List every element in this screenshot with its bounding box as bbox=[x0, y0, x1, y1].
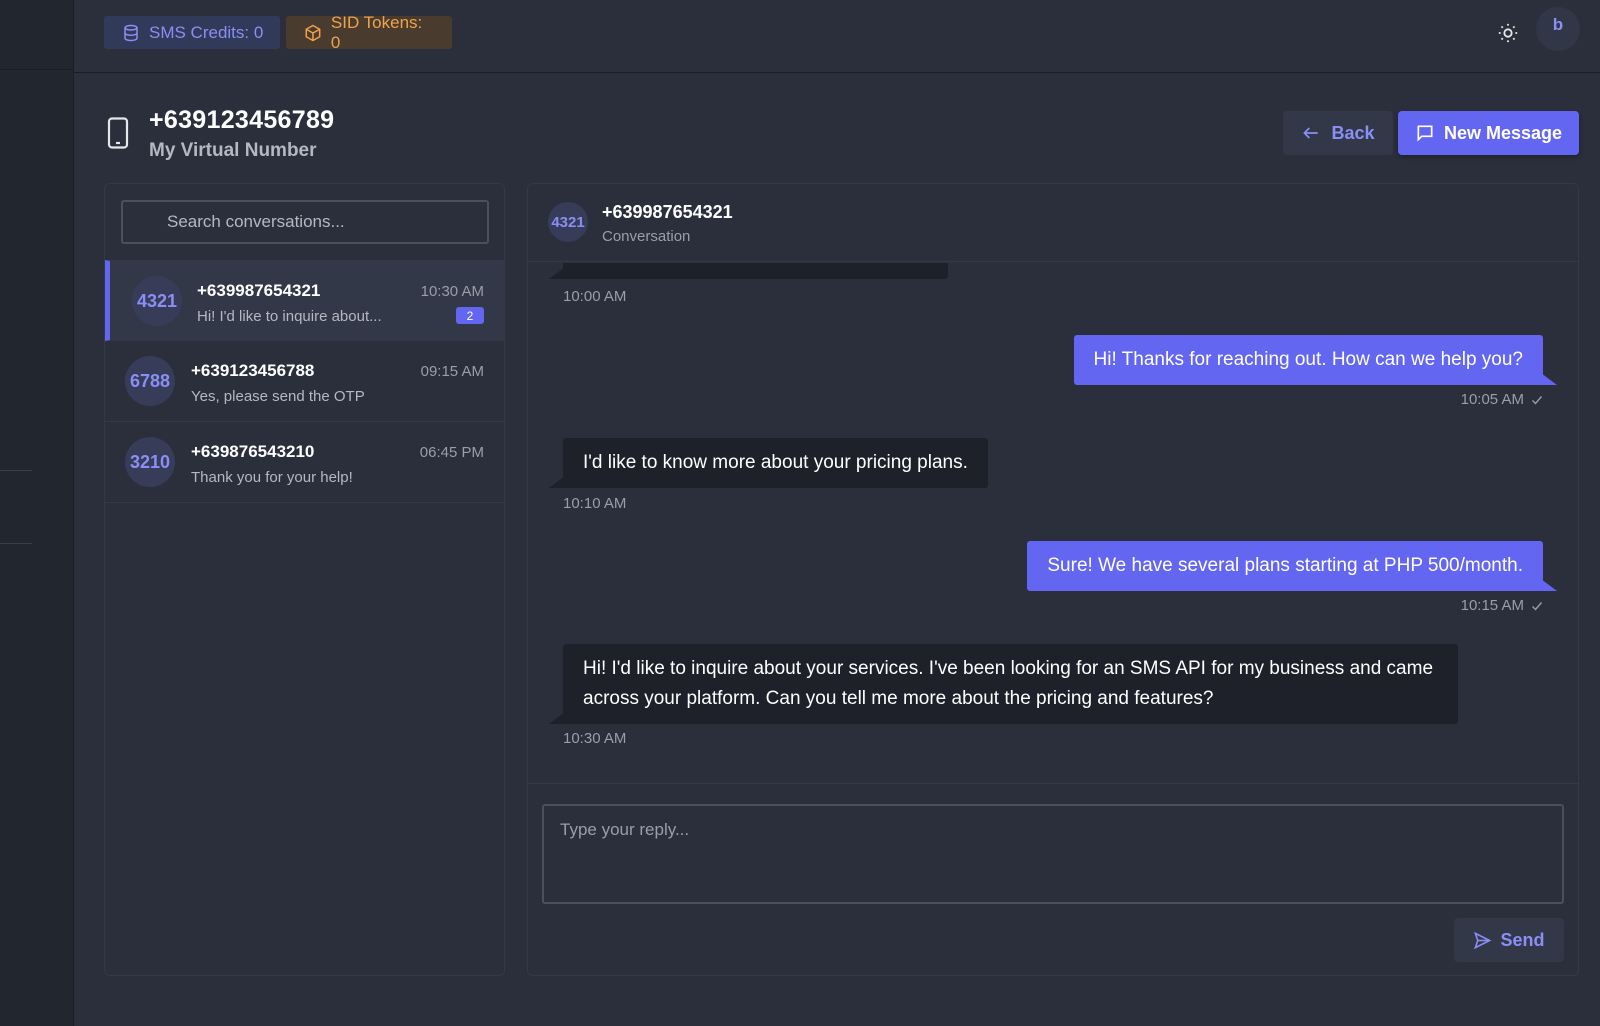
back-button-label: Back bbox=[1331, 122, 1375, 143]
send-button[interactable]: Send bbox=[1454, 918, 1564, 962]
avatar: 4321 bbox=[132, 276, 182, 326]
cube-icon bbox=[305, 24, 321, 41]
message-time-label: 10:10 AM bbox=[563, 495, 627, 512]
database-icon bbox=[124, 24, 138, 41]
message-bubble-incoming bbox=[549, 263, 948, 279]
message-time-label: 10:00 AM bbox=[563, 288, 627, 305]
message-time: 10:10 AM bbox=[563, 495, 626, 512]
conversation-item[interactable]: 6788 +639123456788 Yes, please send the … bbox=[105, 341, 504, 422]
reply-area: Send bbox=[528, 783, 1578, 975]
message-time: 10:30 AM bbox=[563, 730, 626, 747]
chat-panel: 4321 +639987654321 Conversation 10:00 AM… bbox=[527, 183, 1579, 976]
conversation-name: +639987654321 bbox=[197, 281, 321, 300]
send-button-label: Send bbox=[1500, 929, 1545, 950]
chat-label: Conversation bbox=[602, 228, 691, 245]
sidebar-divider bbox=[0, 543, 32, 544]
sms-credits-label: SMS Credits: 0 bbox=[149, 22, 264, 42]
sun-icon[interactable] bbox=[1494, 19, 1522, 47]
conversations-panel: 4321 +639987654321 Hi! I'd like to inqui… bbox=[104, 183, 505, 976]
unread-badge: 2 bbox=[456, 307, 484, 324]
avatar: 6788 bbox=[125, 356, 175, 406]
new-message-button-label: New Message bbox=[1443, 122, 1563, 143]
sid-tokens-badge[interactable]: SID Tokens: 0 bbox=[286, 13, 452, 52]
chat-header: 4321 +639987654321 Conversation bbox=[528, 184, 1578, 262]
conversation-name: +639123456788 bbox=[191, 361, 315, 380]
conversation-time: 09:15 AM bbox=[420, 363, 484, 380]
conversation-preview: Thank you for your help! bbox=[191, 469, 353, 486]
message-time: 10:05 AM bbox=[1461, 391, 1543, 408]
page-subtitle: My Virtual Number bbox=[149, 140, 317, 161]
message-square-icon bbox=[1417, 125, 1433, 142]
sidebar-divider bbox=[0, 470, 32, 471]
message-time-label: 10:15 AM bbox=[1460, 597, 1524, 614]
conversation-time: 10:30 AM bbox=[420, 283, 484, 300]
smartphone-icon bbox=[107, 117, 129, 149]
message-time: 10:00 AM bbox=[563, 288, 626, 305]
back-button[interactable]: Back bbox=[1283, 111, 1393, 155]
conversation-item[interactable]: 4321 +639987654321 Hi! I'd like to inqui… bbox=[105, 260, 504, 341]
sidebar bbox=[0, 0, 74, 1026]
conversation-preview: Hi! I'd like to inquire about... bbox=[197, 308, 382, 325]
page-title: +639123456789 bbox=[149, 106, 335, 134]
user-avatar[interactable]: b bbox=[1536, 7, 1580, 51]
send-icon bbox=[1474, 931, 1492, 949]
sidebar-divider bbox=[0, 69, 74, 70]
conversation-name: +639876543210 bbox=[191, 442, 315, 461]
search-input[interactable] bbox=[121, 200, 489, 244]
conversation-time: 06:45 PM bbox=[419, 444, 484, 461]
check-icon bbox=[1532, 395, 1543, 405]
chat-contact-name: +639987654321 bbox=[602, 202, 733, 222]
sms-credits-badge[interactable]: SMS Credits: 0 bbox=[104, 16, 280, 49]
message-thread: 10:00 AM Hi! Thanks for reaching out. Ho… bbox=[528, 263, 1578, 767]
avatar: 4321 bbox=[548, 202, 588, 242]
avatar: 3210 bbox=[125, 437, 175, 487]
conversation-list: 4321 +639987654321 Hi! I'd like to inqui… bbox=[105, 260, 504, 503]
check-icon bbox=[1532, 601, 1543, 611]
sid-tokens-label: SID Tokens: 0 bbox=[330, 12, 423, 52]
new-message-button[interactable]: New Message bbox=[1398, 111, 1579, 155]
message-bubble-incoming: Hi! I'd like to inquire about your servi… bbox=[549, 644, 1458, 724]
message-bubble-outgoing: Hi! Thanks for reaching out. How can we … bbox=[1073, 335, 1557, 385]
arrow-left-icon bbox=[1303, 127, 1319, 139]
message-time: 10:15 AM bbox=[1461, 597, 1543, 614]
message-time-label: 10:05 AM bbox=[1460, 391, 1524, 408]
conversation-preview: Yes, please send the OTP bbox=[191, 388, 365, 405]
conversation-item[interactable]: 3210 +639876543210 Thank you for your he… bbox=[105, 422, 504, 503]
top-bar: SMS Credits: 0 SID Tokens: 0 b bbox=[74, 0, 1600, 73]
reply-input[interactable] bbox=[542, 804, 1564, 904]
message-bubble-outgoing: Sure! We have several plans starting at … bbox=[1027, 541, 1557, 591]
message-bubble-incoming: I'd like to know more about your pricing… bbox=[549, 438, 988, 488]
message-time-label: 10:30 AM bbox=[563, 730, 627, 747]
